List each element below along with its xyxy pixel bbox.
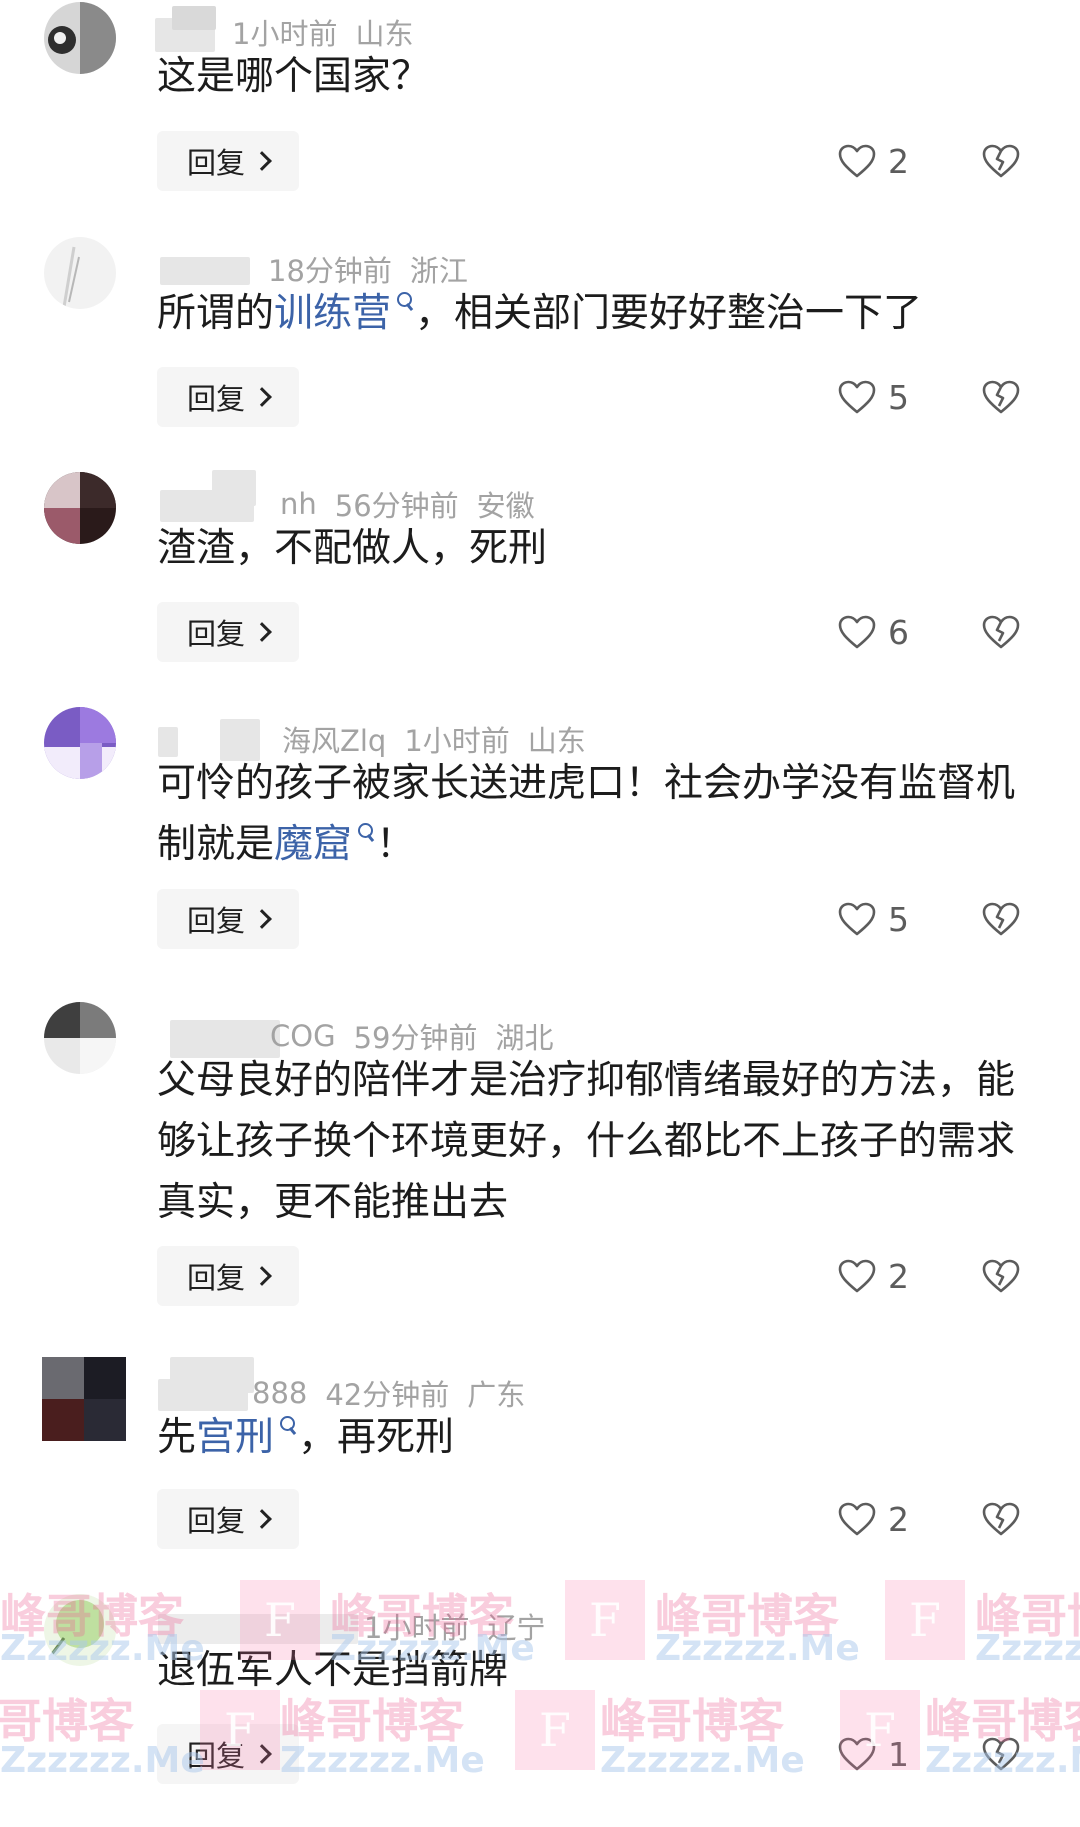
broken-heart-icon [982, 615, 1020, 649]
avatar[interactable] [44, 1002, 116, 1074]
avatar[interactable] [44, 1594, 116, 1666]
comment-meta: COG 59分钟前 湖北 [270, 1018, 553, 1055]
dislike-button[interactable] [980, 1724, 1022, 1784]
heart-icon [838, 615, 876, 649]
dislike-button[interactable] [980, 131, 1022, 191]
reply-button[interactable]: 回复 [157, 367, 299, 427]
comment-meta: 1小时前 山东 [232, 14, 413, 51]
chevron-right-icon [252, 151, 272, 171]
comment-text: 父母良好的陪伴才是治疗抑郁情绪最好的方法，能够让孩子换个环境更好，什么都比不上孩… [157, 1058, 1016, 1225]
comment-meta: 888 42分钟前 广东 [252, 1375, 525, 1412]
reply-label: 回复 [186, 382, 245, 416]
chevron-right-icon [252, 622, 272, 642]
chevron-right-icon [252, 1744, 272, 1764]
comment-text: 可怜的孩子被家长送进虎口！社会办学没有监督机制就是魔窟！ [157, 761, 1016, 867]
like-count: 1 [888, 1734, 909, 1774]
chevron-right-icon [252, 1509, 272, 1529]
avatar[interactable] [44, 237, 116, 309]
dislike-button[interactable] [980, 602, 1022, 662]
reply-label: 回复 [186, 1261, 245, 1295]
heart-icon [838, 1502, 876, 1536]
broken-heart-icon [982, 1259, 1020, 1293]
search-icon [356, 823, 376, 843]
reply-label: 回复 [186, 904, 245, 938]
like-button[interactable]: 1 [838, 1724, 909, 1784]
keyword-link[interactable]: 训练营 [274, 291, 415, 336]
reply-button[interactable]: 回复 [157, 131, 299, 191]
comment-meta: 1小时前 辽宁 [364, 1608, 545, 1645]
reply-button[interactable]: 回复 [157, 1724, 299, 1784]
comment-meta: 海风Zlq 1小时前 山东 [282, 721, 586, 758]
reply-label: 回复 [186, 1739, 245, 1773]
search-icon [395, 292, 415, 312]
like-count: 5 [888, 377, 909, 417]
avatar[interactable] [44, 472, 116, 544]
comment-username: COG [270, 1019, 336, 1053]
reply-button[interactable]: 回复 [157, 1246, 299, 1306]
broken-heart-icon [982, 1502, 1020, 1536]
heart-icon [838, 1737, 876, 1771]
comment-text: 渣渣，不配做人，死刑 [157, 526, 548, 571]
reply-label: 回复 [186, 1504, 245, 1538]
chevron-right-icon [252, 909, 272, 929]
reply-label: 回复 [186, 617, 245, 651]
reply-button[interactable]: 回复 [157, 602, 299, 662]
chevron-right-icon [252, 387, 272, 407]
like-count: 5 [888, 899, 909, 939]
dislike-button[interactable] [980, 1246, 1022, 1306]
chevron-right-icon [252, 1266, 272, 1286]
heart-icon [838, 144, 876, 178]
avatar[interactable] [44, 2, 116, 74]
like-button[interactable]: 5 [838, 889, 909, 949]
broken-heart-icon [982, 902, 1020, 936]
comment-text: 这是哪个国家？ [157, 54, 431, 99]
broken-heart-icon [982, 144, 1020, 178]
comment-text: 先宫刑 ，再死刑 [157, 1415, 455, 1460]
reply-button[interactable]: 回复 [157, 889, 299, 949]
comment-meta: nh 56分钟前 安徽 [280, 486, 535, 523]
comment-text: 退伍军人不是挡箭牌 [157, 1648, 509, 1693]
avatar[interactable] [42, 1357, 126, 1441]
comment-username: nh [280, 487, 317, 521]
keyword-link[interactable]: 宫刑 [196, 1415, 298, 1460]
broken-heart-icon [982, 1737, 1020, 1771]
search-icon [278, 1416, 298, 1436]
dislike-button[interactable] [980, 889, 1022, 949]
comment-list: 1小时前 山东 这是哪个国家？ 回复 2 18分钟前 浙江 所谓的训练营 ，相关… [0, 0, 1080, 1827]
like-button[interactable]: 5 [838, 367, 909, 427]
reply-label: 回复 [186, 146, 245, 180]
keyword-link[interactable]: 魔窟 [274, 822, 376, 867]
like-count: 6 [888, 612, 909, 652]
dislike-button[interactable] [980, 1489, 1022, 1549]
reply-button[interactable]: 回复 [157, 1489, 299, 1549]
like-count: 2 [888, 1256, 909, 1296]
heart-icon [838, 902, 876, 936]
heart-icon [838, 1259, 876, 1293]
like-button[interactable]: 2 [838, 131, 909, 191]
like-button[interactable]: 2 [838, 1246, 909, 1306]
heart-icon [838, 380, 876, 414]
like-count: 2 [888, 1499, 909, 1539]
comment-username: 888 [252, 1376, 308, 1410]
broken-heart-icon [982, 380, 1020, 414]
comment-text: 所谓的训练营 ，相关部门要好好整治一下了 [157, 291, 923, 336]
like-button[interactable]: 6 [838, 602, 909, 662]
comment-meta: 18分钟前 浙江 [268, 251, 468, 288]
like-button[interactable]: 2 [838, 1489, 909, 1549]
avatar[interactable] [44, 707, 116, 779]
like-count: 2 [888, 141, 909, 181]
dislike-button[interactable] [980, 367, 1022, 427]
